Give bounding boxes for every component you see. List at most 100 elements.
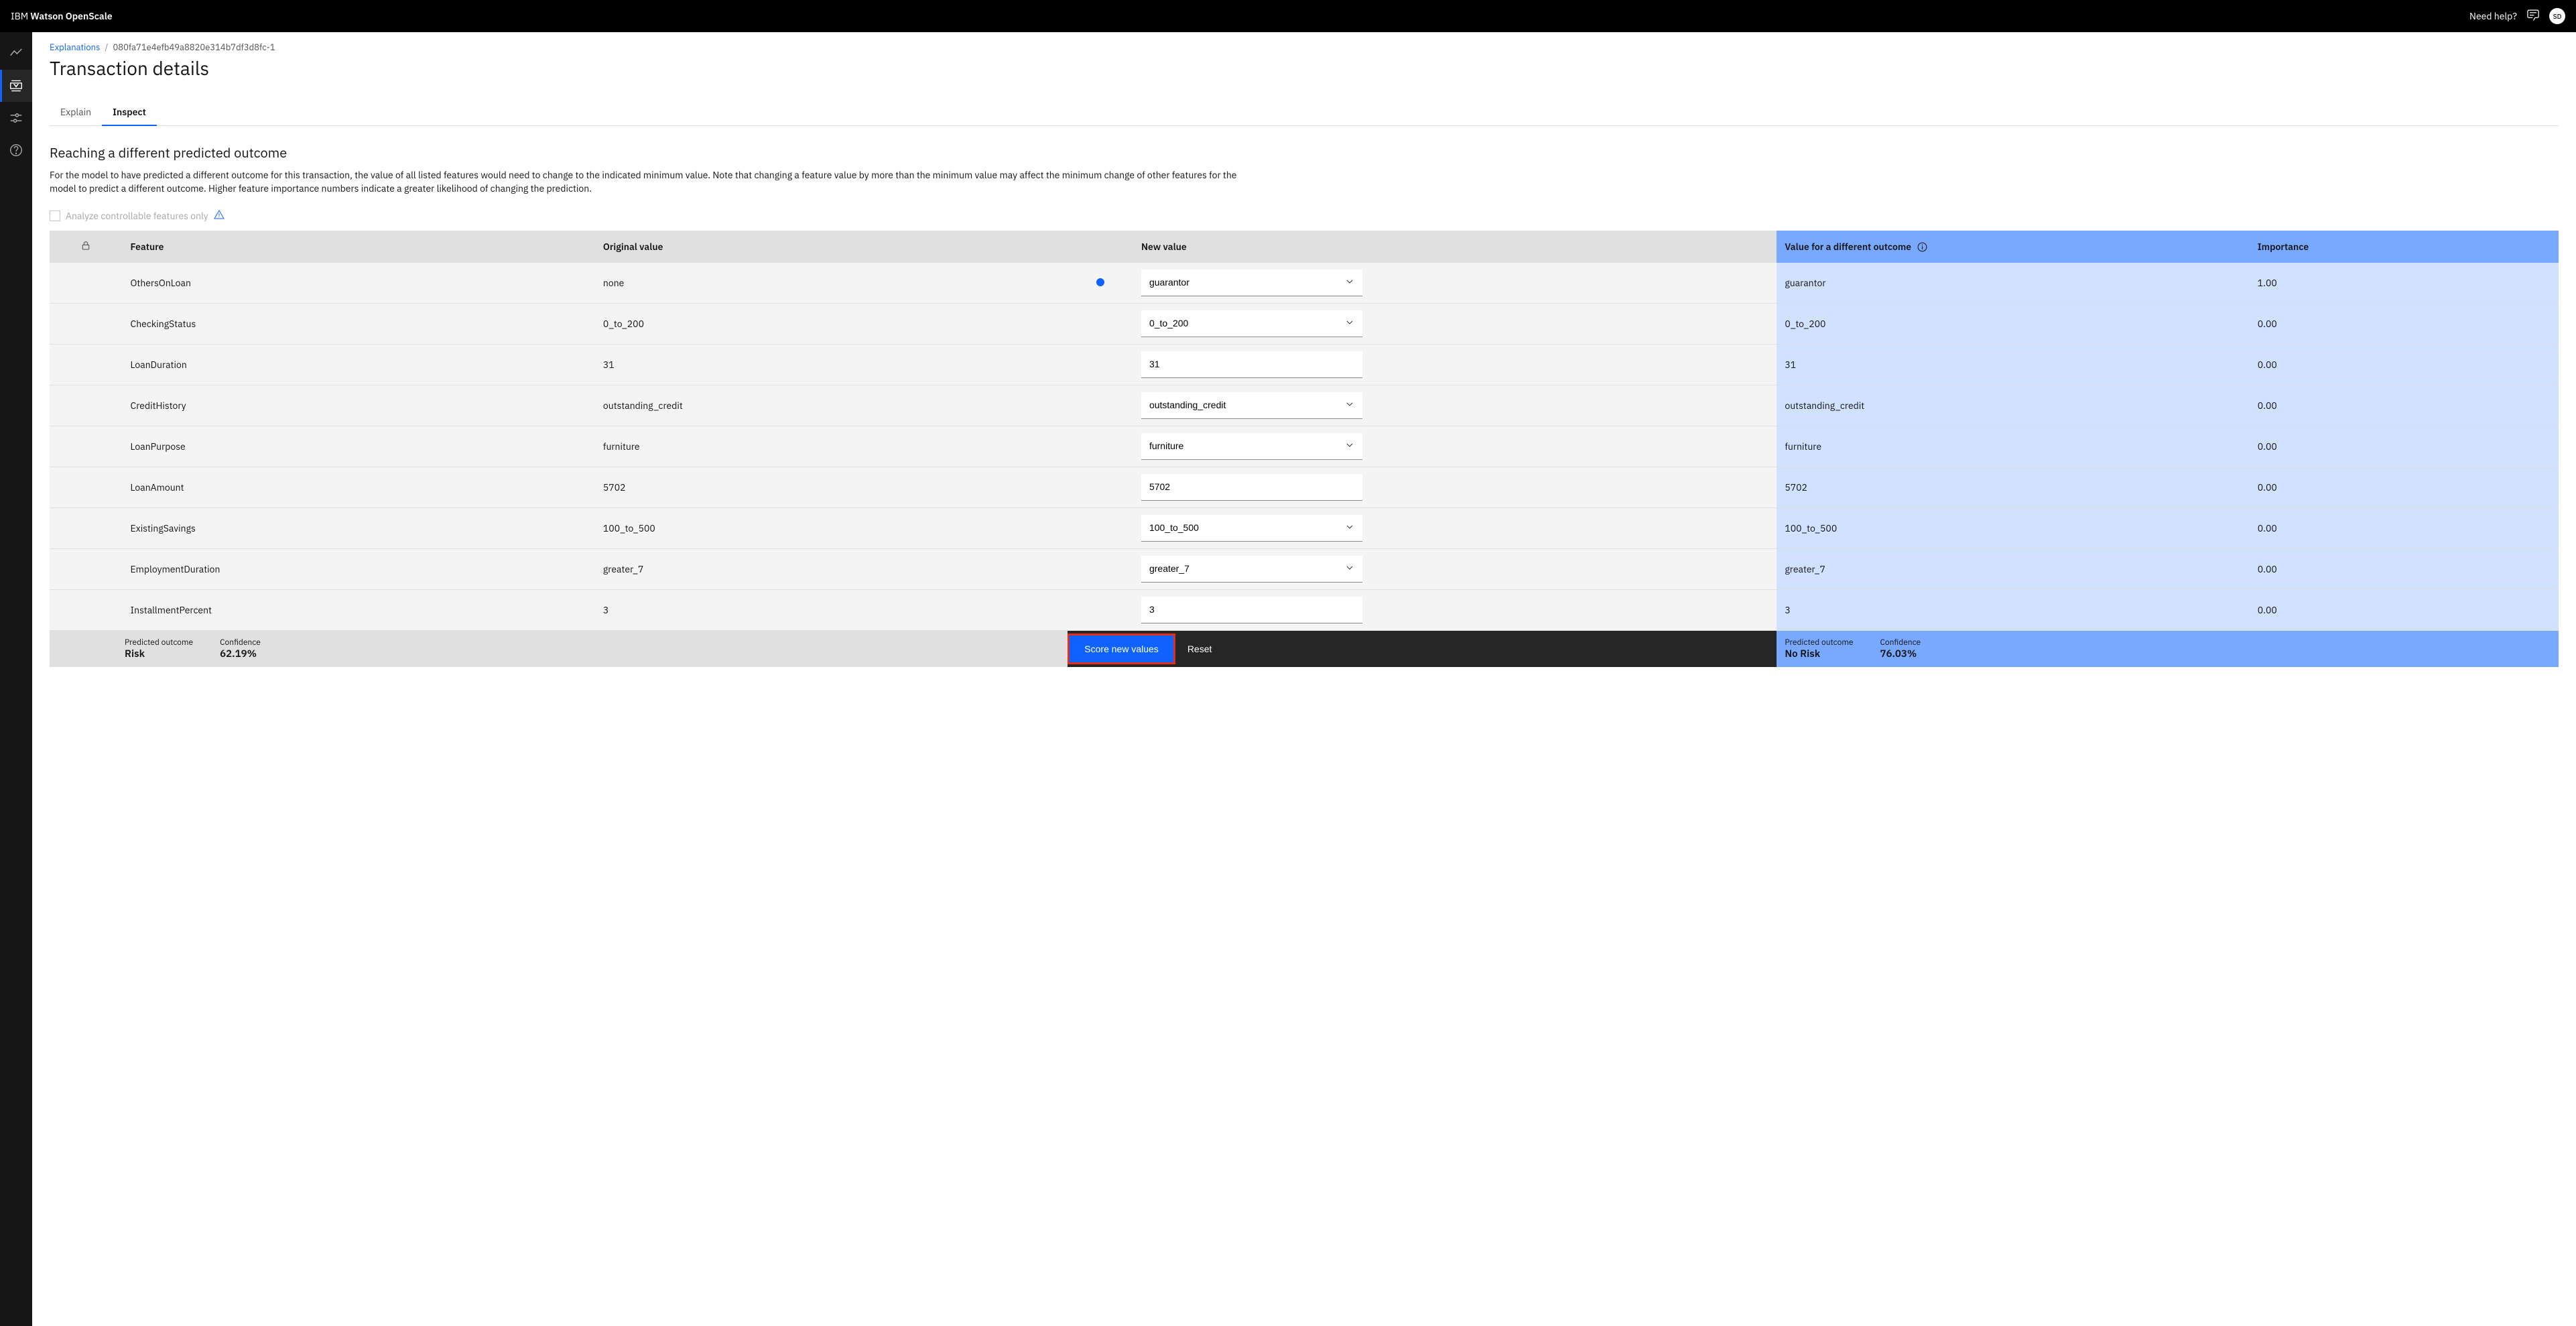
feature-name: ExistingSavings bbox=[123, 507, 595, 548]
changed-indicator bbox=[1068, 303, 1133, 344]
changed-indicator bbox=[1068, 548, 1133, 589]
changed-indicator bbox=[1068, 589, 1133, 630]
predicted-outcome-label-right: Predicted outcome bbox=[1785, 638, 1853, 648]
importance-value: 0.00 bbox=[2250, 467, 2559, 507]
page-title: Transaction details bbox=[50, 56, 2559, 80]
original-value: 0_to_200 bbox=[595, 303, 1068, 344]
newval-select[interactable] bbox=[1141, 310, 1362, 337]
section-description: For the model to have predicted a differ… bbox=[50, 168, 1256, 196]
main-content: Explanations / 080fa71e4efb49a8820e314b7… bbox=[32, 32, 2576, 1326]
changed-indicator bbox=[1068, 344, 1133, 385]
info-icon[interactable] bbox=[1915, 241, 1927, 253]
importance-value: 0.00 bbox=[2250, 385, 2559, 426]
predicted-outcome-value-right: No Risk bbox=[1785, 648, 1853, 660]
lock-cell bbox=[50, 263, 123, 304]
newval-select-display[interactable] bbox=[1141, 515, 1362, 542]
newval-cell bbox=[1133, 344, 1777, 385]
summary-row: Predicted outcomeRiskConfidence62.19%Sco… bbox=[50, 630, 2559, 667]
newval-select[interactable] bbox=[1141, 556, 1362, 583]
newval-input[interactable] bbox=[1141, 597, 1362, 623]
original-value: 31 bbox=[595, 344, 1068, 385]
newval-cell bbox=[1133, 385, 1777, 426]
newval-select-display[interactable] bbox=[1141, 433, 1362, 460]
table-row: InstallmentPercent330.00 bbox=[50, 589, 2559, 630]
predicted-outcome-value: Risk bbox=[125, 648, 193, 660]
table-row: EmploymentDurationgreater_7greater_70.00 bbox=[50, 548, 2559, 589]
changed-indicator bbox=[1068, 507, 1133, 548]
tab-inspect[interactable]: Inspect bbox=[102, 99, 157, 126]
help-link[interactable]: Need help? bbox=[2469, 10, 2517, 22]
original-value: 3 bbox=[595, 589, 1068, 630]
valdiff-value: 3 bbox=[1777, 589, 2249, 630]
lock-cell bbox=[50, 385, 123, 426]
newval-select-display[interactable] bbox=[1141, 556, 1362, 583]
header-feature: Feature bbox=[123, 231, 595, 263]
tabs: Explain Inspect bbox=[50, 99, 2559, 126]
newval-input[interactable] bbox=[1141, 351, 1362, 378]
lock-cell bbox=[50, 467, 123, 507]
score-new-values-button[interactable]: Score new values bbox=[1070, 636, 1173, 662]
predicted-outcome-label: Predicted outcome bbox=[125, 638, 193, 648]
changed-indicator bbox=[1068, 385, 1133, 426]
importance-value: 1.00 bbox=[2250, 263, 2559, 304]
header-original: Original value bbox=[595, 231, 1068, 263]
importance-value: 0.00 bbox=[2250, 426, 2559, 467]
nav-insights[interactable] bbox=[0, 38, 32, 70]
checkbox-label: Analyze controllable features only bbox=[66, 210, 208, 222]
newval-select[interactable] bbox=[1141, 269, 1362, 296]
lock-cell bbox=[50, 548, 123, 589]
nav-support[interactable] bbox=[0, 134, 32, 166]
newval-select-display[interactable] bbox=[1141, 310, 1362, 337]
table-row: OthersOnLoannoneguarantor1.00 bbox=[50, 263, 2559, 304]
changed-dot-icon bbox=[1096, 278, 1104, 286]
newval-cell bbox=[1133, 589, 1777, 630]
newval-select[interactable] bbox=[1141, 515, 1362, 542]
summary-right: Predicted outcomeNo Risk Confidence76.03% bbox=[1777, 630, 2559, 667]
chat-icon[interactable] bbox=[2526, 8, 2540, 24]
breadcrumb-link-explanations[interactable]: Explanations bbox=[50, 42, 100, 53]
importance-value: 0.00 bbox=[2250, 507, 2559, 548]
summary-left: Predicted outcomeRiskConfidence62.19% bbox=[50, 630, 1068, 667]
feature-name: InstallmentPercent bbox=[123, 589, 595, 630]
header-dot-spacer bbox=[1068, 231, 1133, 263]
changed-indicator bbox=[1068, 467, 1133, 507]
newval-select-display[interactable] bbox=[1141, 269, 1362, 296]
feature-name: CreditHistory bbox=[123, 385, 595, 426]
valdiff-value: furniture bbox=[1777, 426, 2249, 467]
table-row: CheckingStatus0_to_2000_to_2000.00 bbox=[50, 303, 2559, 344]
importance-value: 0.00 bbox=[2250, 548, 2559, 589]
valdiff-value: 31 bbox=[1777, 344, 2249, 385]
feature-name: LoanAmount bbox=[123, 467, 595, 507]
breadcrumb-separator: / bbox=[105, 42, 108, 53]
importance-value: 0.00 bbox=[2250, 303, 2559, 344]
newval-input[interactable] bbox=[1141, 474, 1362, 501]
top-right: Need help? SD bbox=[2469, 8, 2565, 24]
nav-configure[interactable] bbox=[0, 102, 32, 134]
newval-input-wrap bbox=[1141, 597, 1362, 623]
app-shell: Explanations / 080fa71e4efb49a8820e314b7… bbox=[0, 32, 2576, 1326]
confidence-value: 62.19% bbox=[220, 648, 261, 660]
original-value: greater_7 bbox=[595, 548, 1068, 589]
newval-select[interactable] bbox=[1141, 392, 1362, 419]
feature-name: CheckingStatus bbox=[123, 303, 595, 344]
newval-select[interactable] bbox=[1141, 433, 1362, 460]
avatar[interactable]: SD bbox=[2549, 8, 2565, 24]
valdiff-value: outstanding_credit bbox=[1777, 385, 2249, 426]
newval-input-wrap bbox=[1141, 474, 1362, 501]
valdiff-value: 100_to_500 bbox=[1777, 507, 2249, 548]
nav-explanations[interactable] bbox=[0, 70, 32, 102]
checkbox-icon bbox=[50, 210, 60, 221]
reset-button[interactable]: Reset bbox=[1175, 636, 1224, 662]
confidence-value-right: 76.03% bbox=[1880, 648, 1921, 660]
brand: IBM Watson OpenScale bbox=[11, 10, 113, 22]
importance-value: 0.00 bbox=[2250, 589, 2559, 630]
lock-cell bbox=[50, 589, 123, 630]
newval-cell bbox=[1133, 548, 1777, 589]
table-row: LoanAmount570257020.00 bbox=[50, 467, 2559, 507]
confidence-label-right: Confidence bbox=[1880, 638, 1921, 648]
analyze-controllable-checkbox[interactable]: Analyze controllable features only bbox=[50, 209, 2559, 223]
tab-explain[interactable]: Explain bbox=[50, 99, 102, 125]
summary-actions: Score new valuesReset bbox=[1068, 630, 1777, 667]
newval-input-wrap bbox=[1141, 351, 1362, 378]
newval-select-display[interactable] bbox=[1141, 392, 1362, 419]
